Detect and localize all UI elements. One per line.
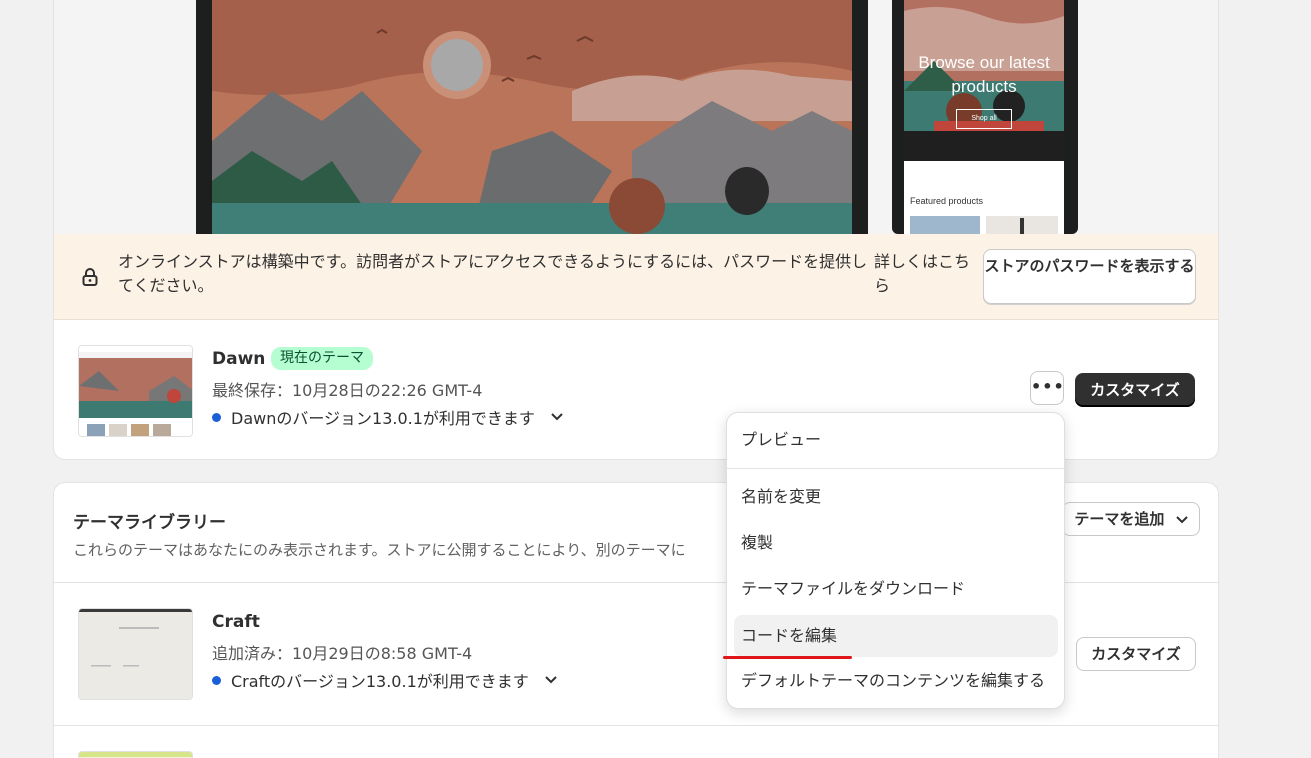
customize-library-theme-button[interactable]: カスタマイズ — [1076, 637, 1196, 671]
library-version-update-text: Craftのバージョン13.0.1が利用できます — [231, 672, 529, 691]
dawn-theme-thumbnail — [78, 345, 193, 437]
divider — [54, 725, 1218, 726]
theme-actions-menu: プレビュー 名前を変更 複製 テーマファイルをダウンロード コードを編集 デフォ… — [726, 412, 1065, 709]
password-banner-text: オンラインストアは構築中です。訪問者がストアにアクセスできるようにするには、パス… — [118, 252, 868, 295]
password-banner: オンラインストアは構築中です。訪問者がストアにアクセスできるようにするには、パス… — [54, 234, 1218, 320]
theme-preview-area: Browse our latest products Shop all Feat… — [54, 0, 1218, 234]
learn-more-link[interactable]: 詳しくはこちら — [874, 250, 974, 298]
mobile-preview-screen: Browse our latest products Shop all Feat… — [904, 0, 1064, 234]
menu-divider — [727, 468, 1064, 469]
more-actions-button[interactable]: ••• — [1030, 371, 1064, 405]
mobile-preview: Browse our latest products Shop all Feat… — [892, 0, 1078, 234]
menu-item-preview[interactable]: プレビュー — [734, 419, 1058, 461]
update-dot-icon — [212, 675, 221, 685]
mobile-shop-button: Shop all — [956, 109, 1012, 129]
version-update-text: Dawnのバージョン13.0.1が利用できます — [231, 409, 535, 428]
theme-library-description: これらのテーマはあなたにのみ表示されます。ストアに公開することにより、別のテーマ… — [73, 541, 686, 559]
theme-library-title: テーマライブラリー — [73, 513, 226, 533]
menu-item-edit-default-theme-content[interactable]: デフォルトテーマのコンテンツを編集する — [734, 660, 1058, 702]
add-theme-label: テーマを追加 — [1074, 510, 1165, 528]
annotation-underline — [723, 656, 852, 659]
menu-item-rename[interactable]: 名前を変更 — [734, 476, 1058, 518]
library-theme-added-text: 追加済み：10月29日の8:58 GMT-4 — [212, 644, 473, 663]
customize-current-theme-button[interactable]: カスタマイズ — [1075, 373, 1195, 407]
library-theme-thumbnail — [78, 751, 193, 758]
current-theme-badge: 現在のテーマ — [271, 347, 373, 370]
menu-item-edit-code[interactable]: コードを編集 — [734, 615, 1058, 657]
current-theme-name: Dawn — [212, 349, 266, 369]
mobile-featured-heading: Featured products — [910, 196, 984, 206]
chevron-down-icon — [545, 673, 557, 687]
desktop-preview-image — [212, 0, 852, 234]
lock-icon — [82, 268, 98, 286]
chevron-down-icon — [1175, 516, 1188, 524]
mobile-hero-heading: Browse our latest products — [918, 53, 1050, 96]
last-saved-text: 最終保存：10月28日の22:26 GMT-4 — [212, 381, 483, 400]
add-theme-button[interactable]: テーマを追加 — [1062, 502, 1200, 536]
menu-item-download-theme-file[interactable]: テーマファイルをダウンロード — [734, 568, 1058, 610]
menu-item-duplicate[interactable]: 複製 — [734, 522, 1058, 564]
update-dot-icon — [212, 412, 221, 422]
desktop-preview — [196, 0, 868, 234]
version-update-notice[interactable]: Dawnのバージョン13.0.1が利用できます — [212, 405, 563, 429]
library-theme-name: Craft — [212, 612, 260, 632]
mobile-product-thumbnails — [910, 216, 1058, 234]
chevron-down-icon — [551, 410, 563, 424]
library-version-update-notice[interactable]: Craftのバージョン13.0.1が利用できます — [212, 668, 557, 692]
show-store-password-button[interactable]: ストアのパスワードを表示する — [983, 249, 1196, 304]
craft-theme-thumbnail — [78, 608, 193, 700]
